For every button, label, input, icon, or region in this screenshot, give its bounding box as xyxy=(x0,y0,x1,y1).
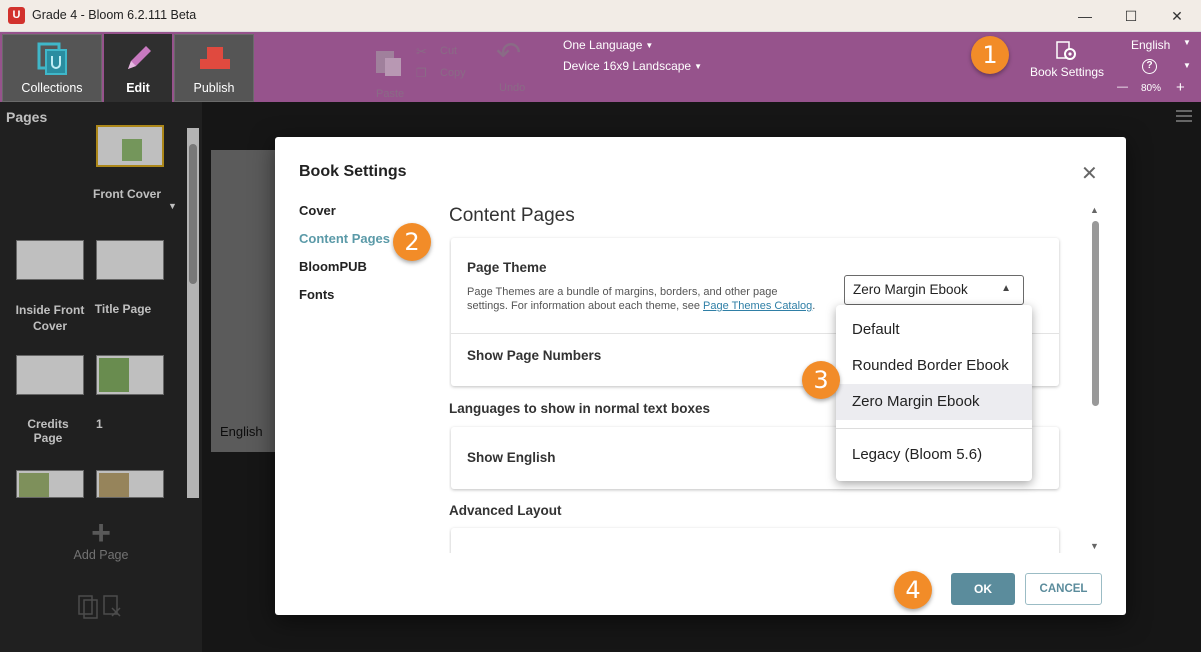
option-legacy-bloom-5-6[interactable]: Legacy (Bloom 5.6) xyxy=(836,437,1032,473)
zoom-out-button[interactable]: — xyxy=(1117,81,1128,93)
advanced-layout-heading: Advanced Layout xyxy=(449,503,562,518)
help-icon[interactable]: ? xyxy=(1142,59,1157,74)
divider xyxy=(836,428,1032,429)
tab-collections-label: Collections xyxy=(21,81,83,95)
page-themes-catalog-link[interactable]: Page Themes Catalog xyxy=(703,300,812,312)
book-settings-label: Book Settings xyxy=(1030,65,1105,79)
window-title: Grade 4 - Bloom 6.2.111 Beta xyxy=(32,8,197,22)
dialog-scrollbar[interactable]: ▲ ▼ xyxy=(1090,205,1100,551)
ui-language-label[interactable]: English xyxy=(1131,38,1170,52)
cut-icon[interactable]: ✂ xyxy=(416,44,427,60)
chevron-down-icon: ▼ xyxy=(694,62,703,72)
chevron-down-icon[interactable]: ▼ xyxy=(1183,38,1191,47)
maximize-button[interactable]: ☐ xyxy=(1108,0,1154,32)
advanced-layout-card xyxy=(451,528,1059,553)
page-theme-select[interactable]: Zero Margin Ebook ▲ xyxy=(844,275,1024,305)
zoom-in-button[interactable]: + xyxy=(1176,79,1185,96)
chevron-down-icon: ▼ xyxy=(645,41,654,51)
page-theme-description-end: . xyxy=(812,300,816,312)
nav-bloompub[interactable]: BloomPUB xyxy=(299,259,367,274)
nav-fonts[interactable]: Fonts xyxy=(299,287,334,302)
layout-label: Device 16x9 Landscape xyxy=(563,59,692,73)
book-settings-gear-icon xyxy=(1056,41,1076,60)
layout-dropdown[interactable]: Device 16x9 Landscape ▼ xyxy=(563,59,702,73)
callout-badge-4: 4 xyxy=(894,571,932,609)
undo-label: Undo xyxy=(499,82,526,94)
languages-heading: Languages to show in normal text boxes xyxy=(449,401,711,416)
language-mode-label: One Language xyxy=(563,38,643,52)
page-theme-label: Page Theme xyxy=(467,260,547,275)
callout-badge-3: 3 xyxy=(802,361,840,399)
publish-icon xyxy=(200,47,230,69)
copy-icon[interactable]: ❐ xyxy=(416,66,427,80)
close-icon[interactable]: ✕ xyxy=(1081,161,1098,186)
callout-badge-2: 2 xyxy=(393,223,431,261)
minimize-button[interactable]: — xyxy=(1062,0,1108,32)
page-theme-selected-value: Zero Margin Ebook xyxy=(853,282,968,297)
book-settings-button[interactable]: Book Settings xyxy=(1026,38,1106,82)
cut-label[interactable]: Cut xyxy=(440,45,457,57)
chevron-down-icon[interactable]: ▼ xyxy=(1183,61,1191,70)
cancel-button[interactable]: CANCEL xyxy=(1025,573,1102,605)
callout-badge-1: 1 xyxy=(971,36,1009,74)
pencil-icon xyxy=(128,46,151,69)
dialog-title: Book Settings xyxy=(299,163,407,180)
tab-publish-label: Publish xyxy=(193,81,235,95)
section-title: Content Pages xyxy=(449,205,575,226)
paste-label: Paste xyxy=(376,88,405,100)
zoom-level: 80% xyxy=(1141,83,1162,94)
chevron-up-icon: ▲ xyxy=(1001,283,1011,294)
tab-edit[interactable]: Edit xyxy=(104,34,172,102)
undo-icon[interactable]: ↶ xyxy=(496,36,521,71)
dialog-scrollbar-thumb[interactable] xyxy=(1092,221,1099,406)
show-english-label: Show English xyxy=(467,450,556,465)
close-window-button[interactable]: ✕ xyxy=(1154,0,1200,32)
option-rounded-border-ebook[interactable]: Rounded Border Ebook xyxy=(836,348,1032,384)
option-zero-margin-ebook[interactable]: Zero Margin Ebook xyxy=(836,384,1032,420)
page-theme-options-menu: Default Rounded Border Ebook Zero Margin… xyxy=(836,305,1032,481)
ok-button[interactable]: OK xyxy=(951,573,1015,605)
tab-collections[interactable]: Collections xyxy=(2,34,102,102)
tab-publish[interactable]: Publish xyxy=(174,34,254,102)
main-toolbar: Collections Edit Publish Paste ✂ Cut ❐ C… xyxy=(0,32,1201,102)
nav-cover[interactable]: Cover xyxy=(299,203,336,218)
show-page-numbers-label: Show Page Numbers xyxy=(467,348,602,363)
scroll-down-arrow-icon[interactable]: ▼ xyxy=(1090,541,1099,551)
language-mode-dropdown[interactable]: One Language ▼ xyxy=(563,38,653,52)
copy-label[interactable]: Copy xyxy=(440,67,466,79)
bloom-app-icon: U xyxy=(8,7,25,24)
scroll-up-arrow-icon[interactable]: ▲ xyxy=(1090,205,1099,215)
option-default[interactable]: Default xyxy=(836,312,1032,348)
tab-edit-label: Edit xyxy=(126,81,150,95)
page-theme-description: Page Themes are a bundle of margins, bor… xyxy=(467,285,817,313)
title-bar: U Grade 4 - Bloom 6.2.111 Beta — ☐ ✕ xyxy=(0,0,1201,32)
paste-icon[interactable] xyxy=(373,46,405,78)
nav-content-pages[interactable]: Content Pages xyxy=(299,231,390,246)
collections-icon xyxy=(37,42,67,75)
